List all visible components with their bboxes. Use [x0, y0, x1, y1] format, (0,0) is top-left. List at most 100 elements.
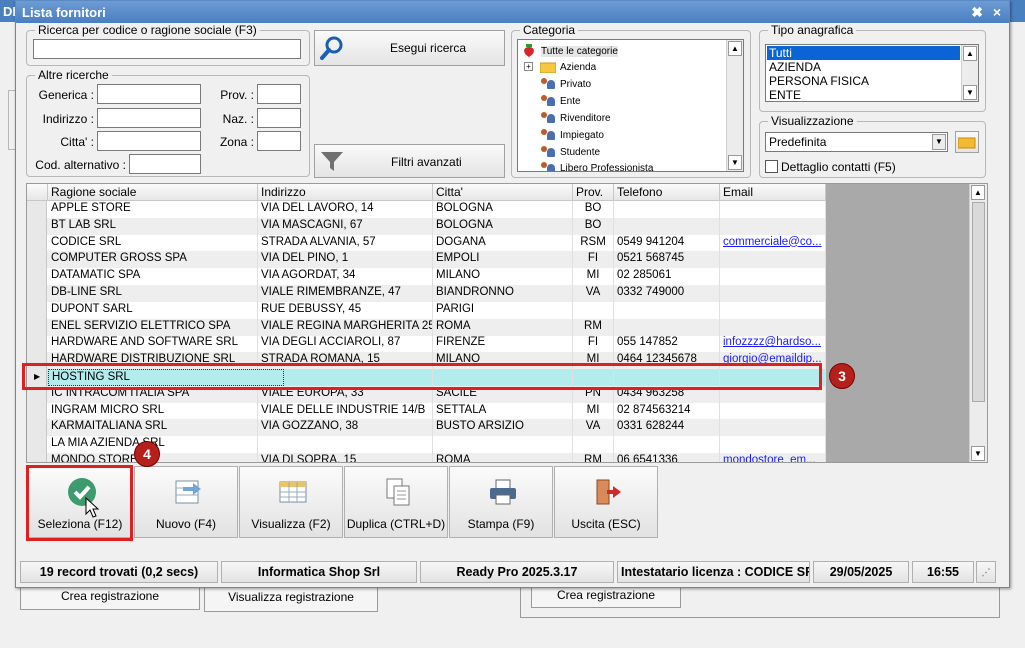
table-row[interactable]: ENEL SERVIZIO ELETTRICO SPA VIALE REGINA … [27, 318, 826, 336]
cell-name[interactable]: HARDWARE AND SOFTWARE SRL [48, 335, 258, 353]
citta-input[interactable] [97, 131, 201, 151]
row-header[interactable] [27, 318, 47, 336]
cell-address[interactable]: VIA DEGLI ACCIAROLI, 87 [258, 335, 433, 353]
chevron-down-icon[interactable]: ▼ [932, 134, 946, 150]
tipo-option-persona-fisica[interactable]: PERSONA FISICA [769, 74, 869, 88]
cell-prov[interactable] [573, 301, 614, 319]
cell-address[interactable]: VIA DI SOPRA, 15 [258, 453, 433, 462]
dettaglio-contatti-checkbox[interactable] [765, 160, 778, 173]
cell-address[interactable]: VIALE DELLE INDUSTRIE 14/B [258, 402, 433, 420]
cell-prov[interactable]: MI [573, 402, 614, 420]
stampa-button[interactable]: Stampa (F9) [449, 466, 553, 538]
cell-city[interactable]: ROMA [433, 318, 573, 336]
cell-prov[interactable]: RSM [573, 234, 614, 252]
cell-city[interactable]: BUSTO ARSIZIO [433, 419, 573, 437]
column-header-telefono[interactable]: Telefono [614, 184, 720, 201]
table-row[interactable]: CODICE SRL STRADA ALVANIA, 57 DOGANA RSM 054… [27, 234, 826, 252]
cell-email[interactable] [720, 268, 826, 286]
table-row[interactable]: BT LAB SRL VIA MASCAGNI, 67 BOLOGNA BO [27, 217, 826, 235]
cell-name[interactable]: KARMAITALIANA SRL [48, 419, 258, 437]
cell-address[interactable]: VIALE RIMEMBRANZE, 47 [258, 285, 433, 302]
cell-phone[interactable]: 0331 628244 [614, 419, 720, 437]
row-header[interactable] [27, 419, 47, 437]
search-input[interactable] [33, 39, 301, 59]
scroll-up-icon[interactable]: ▲ [963, 46, 977, 61]
row-header[interactable] [27, 234, 47, 252]
column-header-citta[interactable]: Citta' [433, 184, 573, 201]
cell-name[interactable]: COMPUTER GROSS SPA [48, 251, 258, 269]
cell-phone[interactable] [614, 217, 720, 235]
generica-input[interactable] [97, 84, 201, 104]
cell-city[interactable]: ROMA [433, 453, 573, 462]
cell-city[interactable]: MILANO [433, 268, 573, 286]
table-row[interactable]: COMPUTER GROSS SPA VIA DEL PINO, 1 EMPOLI F… [27, 251, 826, 269]
tipo-option-tutti[interactable]: Tutti [767, 46, 960, 60]
visualizza-button[interactable]: Visualizza (F2) [239, 466, 343, 538]
close-icon[interactable]: × [993, 4, 1001, 20]
cell-email[interactable] [720, 285, 826, 302]
scroll-up-icon[interactable]: ▲ [971, 185, 985, 200]
cell-email[interactable]: infozzzz@hardso... [720, 335, 826, 353]
cell-name[interactable]: INGRAM MICRO SRL [48, 402, 258, 420]
cell-prov[interactable]: FI [573, 251, 614, 269]
cell-prov[interactable] [573, 436, 614, 454]
tree-root[interactable]: Tutte le categorie [521, 43, 618, 59]
cell-email[interactable]: commerciale@co... [720, 234, 826, 252]
cell-city[interactable]: DOGANA [433, 234, 573, 252]
uscita-button[interactable]: Uscita (ESC) [554, 466, 658, 538]
indirizzo-input[interactable] [97, 108, 201, 128]
cell-city[interactable]: PARIGI [433, 301, 573, 319]
row-header[interactable] [27, 453, 47, 462]
cell-address[interactable]: VIA GOZZANO, 38 [258, 419, 433, 437]
naz-input[interactable] [257, 108, 301, 128]
cell-prov[interactable]: BO [573, 201, 614, 218]
cell-name[interactable]: APPLE STORE [48, 201, 258, 218]
tipo-option-azienda[interactable]: AZIENDA [769, 60, 821, 74]
row-header[interactable] [27, 217, 47, 235]
cell-email[interactable] [720, 402, 826, 420]
grid-scrollbar[interactable]: ▲ ▼ [969, 184, 987, 462]
table-row[interactable]: DATAMATIC SPA VIA AGORDAT, 34 MILANO MI 02 2… [27, 268, 826, 286]
column-header-ragione-sociale[interactable]: Ragione sociale [48, 184, 258, 201]
cell-phone[interactable] [614, 201, 720, 218]
cell-city[interactable] [433, 436, 573, 454]
tree-item-studente[interactable]: Studente [540, 144, 600, 160]
zona-input[interactable] [257, 131, 301, 151]
scroll-thumb[interactable] [972, 202, 985, 402]
table-row[interactable]: APPLE STORE VIA DEL LAVORO, 14 BOLOGNA BO [27, 201, 826, 218]
row-header[interactable] [27, 201, 47, 218]
column-header-indirizzo[interactable]: Indirizzo [258, 184, 433, 201]
cell-address[interactable]: VIA AGORDAT, 34 [258, 268, 433, 286]
cell-email[interactable]: mondostore_em... [720, 453, 826, 462]
cell-name[interactable]: DATAMATIC SPA [48, 268, 258, 286]
row-header[interactable] [27, 402, 47, 420]
folder-open-button[interactable] [955, 131, 979, 153]
row-header[interactable] [27, 251, 47, 269]
visualizzazione-select[interactable]: Predefinita ▼ [765, 132, 948, 152]
cell-name[interactable]: CODICE SRL [48, 234, 258, 252]
cell-phone[interactable]: 06 6541336 [614, 453, 720, 462]
cell-address[interactable]: VIA MASCAGNI, 67 [258, 217, 433, 235]
table-row[interactable]: KARMAITALIANA SRL VIA GOZZANO, 38 BUSTO AR… [27, 419, 826, 437]
cell-prov[interactable]: RM [573, 318, 614, 336]
tipo-option-ente[interactable]: ENTE [769, 88, 801, 101]
table-row[interactable]: DB-LINE SRL VIALE RIMEMBRANZE, 47 BIANDRON… [27, 285, 826, 302]
cell-email[interactable] [720, 301, 826, 319]
row-header[interactable] [27, 268, 47, 286]
cell-address[interactable] [258, 436, 433, 454]
column-header-prov[interactable]: Prov. [573, 184, 614, 201]
cell-phone[interactable]: 0332 749000 [614, 285, 720, 302]
cell-city[interactable]: EMPOLI [433, 251, 573, 269]
duplica-button[interactable]: Duplica (CTRL+D) [344, 466, 448, 538]
column-header-email[interactable]: Email [720, 184, 826, 201]
categoria-scrollbar[interactable]: ▲ ▼ [726, 40, 743, 171]
esegui-ricerca-button[interactable]: Esegui ricerca [314, 30, 505, 66]
cell-phone[interactable]: 0549 941204 [614, 234, 720, 252]
resize-grip-icon[interactable]: ⋰ [976, 561, 996, 583]
cod-alternativo-input[interactable] [129, 154, 201, 174]
cell-city[interactable]: BOLOGNA [433, 217, 573, 235]
row-header[interactable] [27, 285, 47, 302]
cell-phone[interactable]: 02 874563214 [614, 402, 720, 420]
cell-prov[interactable]: VA [573, 419, 614, 437]
row-header[interactable] [27, 436, 47, 454]
